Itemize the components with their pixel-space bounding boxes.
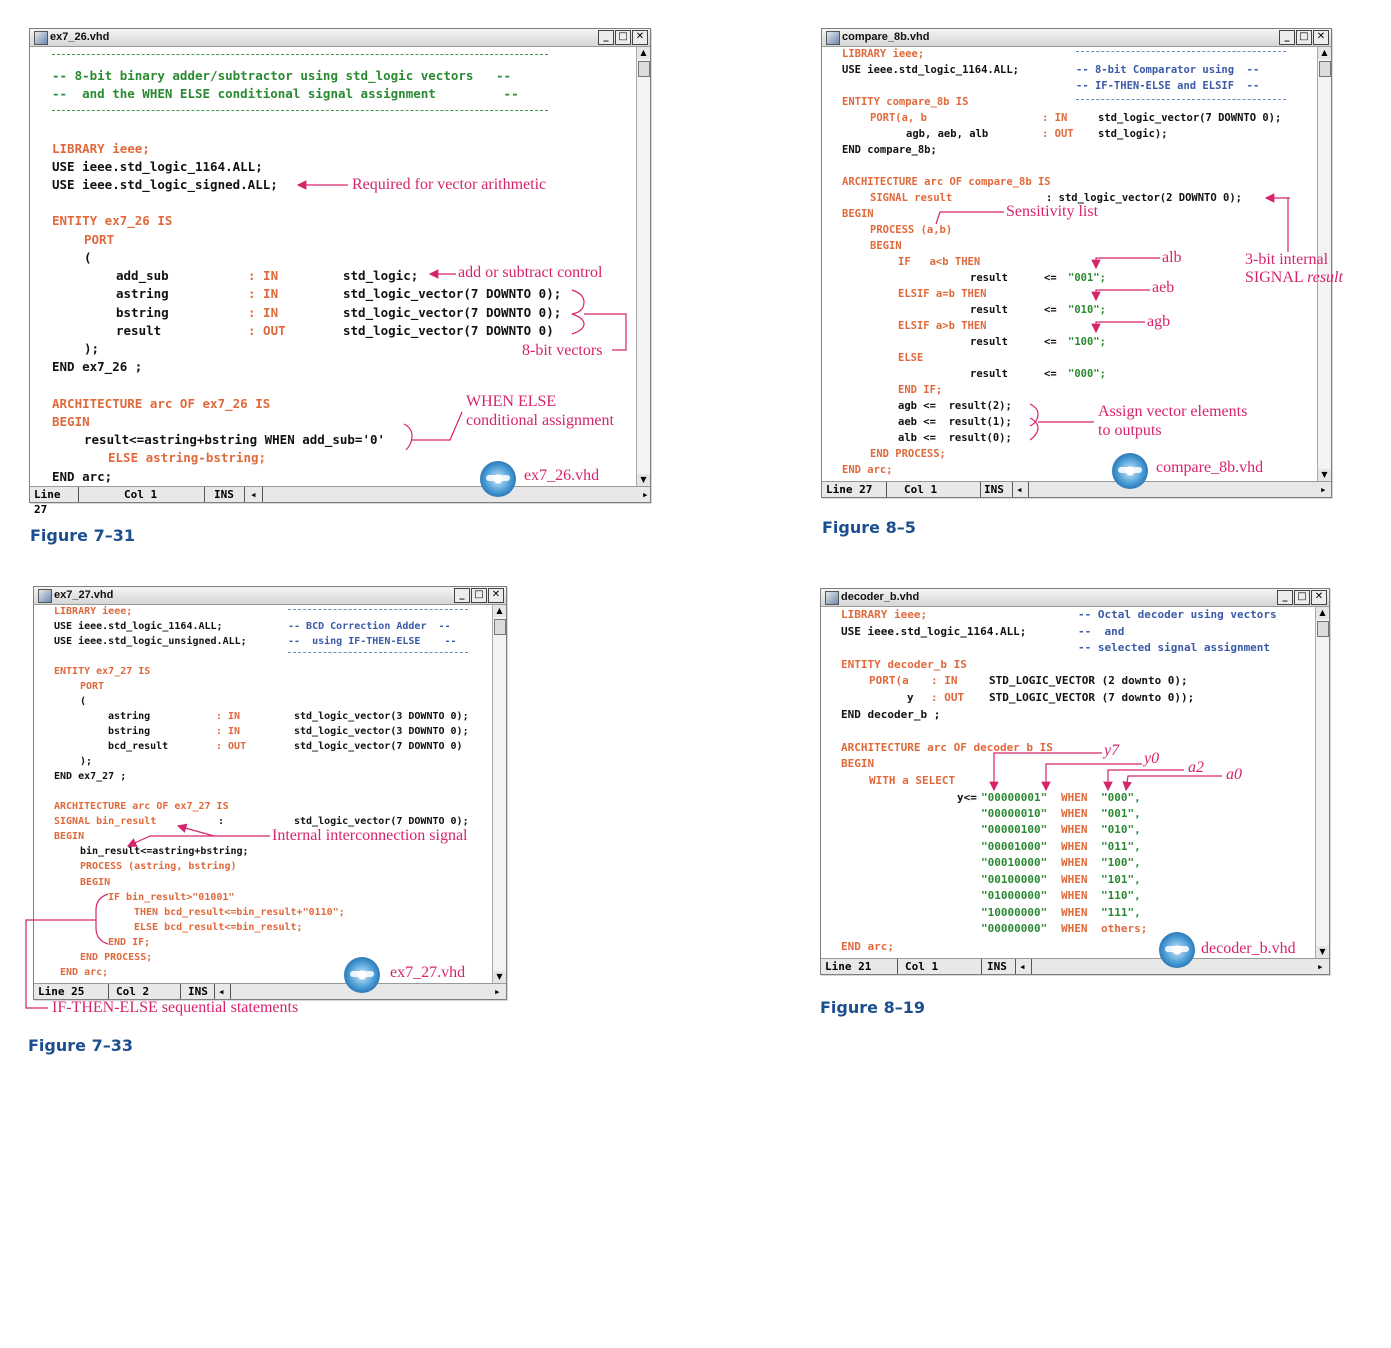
annotation-alb: alb (1162, 249, 1182, 266)
annotation-agb: agb (1147, 313, 1171, 330)
annotation-internal-result: result (1307, 269, 1343, 286)
annotation-y0: y0 (1144, 750, 1160, 767)
annotation-internal-signal: 3-bit internal SIGNAL result (1245, 251, 1343, 287)
annotation-y7: y7 (1104, 742, 1120, 759)
annotation-assign-vector: Assign vector elements (1098, 403, 1248, 420)
annotation-sensitivity-list: Sensitivity list (1006, 203, 1099, 220)
figure-caption: Figure 8–19 (820, 998, 925, 1017)
figure-caption: Figure 8–5 (822, 518, 916, 537)
annotation-8bit-vectors: 8-bit vectors (522, 342, 603, 359)
annotation-conditional-assignment: conditional assignment (466, 412, 614, 429)
annotation-add-sub-control: add or subtract control (458, 264, 603, 281)
figure-caption: Figure 7–33 (28, 1036, 133, 1055)
annotation-internal-line1: 3-bit internal (1245, 251, 1329, 268)
figure-caption: Figure 7–31 (30, 526, 135, 545)
annotation-internal-line2: SIGNAL (1245, 269, 1308, 286)
annotation-vector-arithmetic: Required for vector arithmetic (352, 176, 547, 193)
annotation-internal-interconnection: Internal interconnection signal (272, 827, 468, 844)
annotation-a0: a0 (1226, 766, 1242, 783)
annotation-lines (25, 180, 1290, 1009)
annotation-ifthen: IF-THEN-ELSE sequential statements (52, 999, 299, 1016)
annotation-aeb: aeb (1152, 279, 1175, 296)
annotation-to-outputs: to outputs (1098, 422, 1162, 439)
annotation-when-else: WHEN ELSE (466, 393, 557, 410)
annotation-a2: a2 (1188, 759, 1204, 776)
